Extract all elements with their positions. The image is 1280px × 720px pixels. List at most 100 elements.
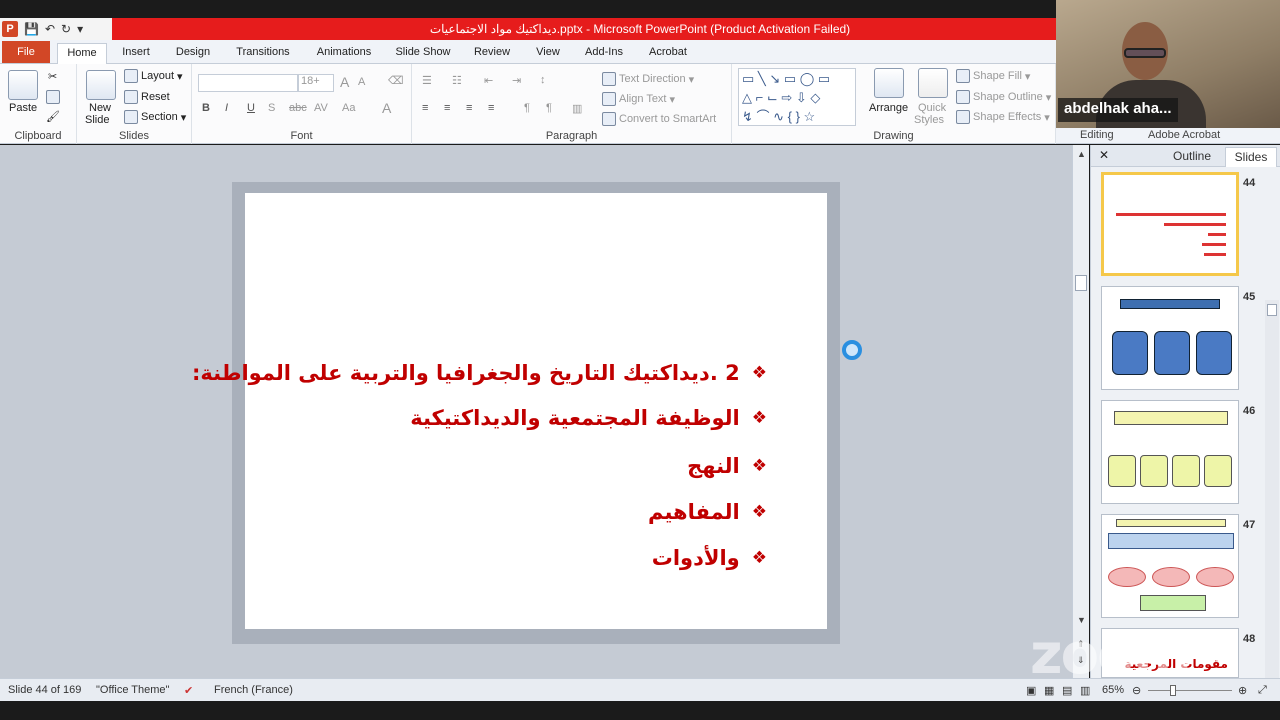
- align-text-button[interactable]: Align Text ▾: [602, 92, 675, 106]
- columns-icon[interactable]: ▥: [572, 102, 582, 115]
- current-slide[interactable]: ❖ 2 .ديداكتيك التاريخ والجغرافيا والتربي…: [192, 193, 827, 629]
- new-slide-button[interactable]: New: [89, 102, 111, 114]
- underline-icon[interactable]: U: [247, 102, 255, 114]
- zoom-in-icon[interactable]: ⊕: [1238, 684, 1247, 697]
- decrease-indent-icon[interactable]: ⇤: [484, 74, 493, 87]
- spell-check-icon[interactable]: ✔: [184, 684, 193, 697]
- tab-insert[interactable]: Insert: [116, 43, 156, 64]
- new-slide-button-label2[interactable]: Slide: [85, 114, 109, 126]
- slide-bullet-1[interactable]: ❖ 2 .ديداكتيك التاريخ والجغرافيا والتربي…: [192, 361, 767, 385]
- shadow-text-icon[interactable]: S: [268, 102, 275, 114]
- tab-transitions[interactable]: Transitions: [228, 43, 298, 64]
- convert-smartart-button[interactable]: Convert to SmartArt: [602, 112, 716, 126]
- slide-show-icon[interactable]: ▥: [1080, 684, 1090, 697]
- character-spacing-icon[interactable]: AV: [314, 102, 328, 114]
- fit-to-window-icon[interactable]: ⤢: [1258, 684, 1267, 697]
- tab-outline[interactable]: Outline: [1163, 147, 1221, 167]
- ltr-icon[interactable]: ¶: [524, 102, 530, 114]
- rtl-icon[interactable]: ¶: [546, 102, 552, 114]
- grow-font-icon[interactable]: A: [340, 74, 349, 90]
- panel-scroll-thumb[interactable]: [1267, 304, 1277, 316]
- zoom-level[interactable]: 65%: [1102, 684, 1124, 696]
- zoom-out-icon[interactable]: ⊖: [1132, 684, 1141, 697]
- justify-icon[interactable]: ≡: [488, 102, 494, 114]
- tab-review[interactable]: Review: [468, 43, 516, 64]
- undo-icon[interactable]: ↶: [45, 22, 55, 36]
- italic-icon[interactable]: I: [225, 102, 228, 114]
- language-indicator[interactable]: French (France): [214, 684, 293, 696]
- bold-icon[interactable]: B: [202, 102, 210, 114]
- zoom-slider-thumb[interactable]: [1170, 685, 1176, 696]
- slide-thumbnail[interactable]: [1101, 514, 1239, 618]
- slide-thumbnail[interactable]: [1101, 400, 1239, 504]
- new-slide-icon[interactable]: [86, 70, 116, 100]
- tab-file[interactable]: File: [2, 41, 50, 63]
- change-case-icon[interactable]: Aa: [342, 102, 355, 114]
- customize-toolbar-icon[interactable]: ▾: [77, 22, 83, 36]
- tab-add-ins[interactable]: Add-Ins: [578, 43, 630, 64]
- strikethrough-icon[interactable]: abc: [289, 102, 307, 114]
- quick-styles-icon[interactable]: [918, 68, 948, 98]
- tab-slides[interactable]: Slides: [1225, 147, 1277, 167]
- slide-bullet-3[interactable]: ❖ النهج: [687, 454, 767, 478]
- panel-vertical-scrollbar[interactable]: [1265, 300, 1279, 678]
- normal-view-icon[interactable]: ▣: [1026, 684, 1036, 697]
- font-name-combo[interactable]: [198, 74, 298, 92]
- scroll-up-icon[interactable]: ▲: [1077, 149, 1086, 159]
- slide-bullet-2[interactable]: ❖ الوظيفة المجتمعية والديداكتيكية: [410, 406, 767, 430]
- tab-animations[interactable]: Animations: [308, 43, 380, 64]
- slides-panel: ✕ Outline Slides 44 45 46 47 مقومات المر…: [1090, 145, 1280, 678]
- shape-outline-button[interactable]: Shape Outline ▾: [956, 90, 1051, 104]
- align-left-icon[interactable]: ≡: [422, 102, 428, 114]
- tab-home[interactable]: Home: [57, 43, 107, 64]
- align-right-icon[interactable]: ≡: [466, 102, 472, 114]
- shrink-font-icon[interactable]: A: [358, 76, 365, 88]
- font-size-combo[interactable]: 18+: [298, 74, 334, 92]
- arrange-icon[interactable]: [874, 68, 904, 98]
- line-spacing-icon[interactable]: ↕: [540, 74, 546, 86]
- reset-button[interactable]: Reset: [124, 90, 170, 104]
- zoom-slider[interactable]: [1148, 690, 1232, 691]
- editor-vertical-scrollbar[interactable]: ▲ ▼ ⇑ ⇓: [1072, 145, 1089, 678]
- shapes-gallery[interactable]: ▭ ╲ ↘ ▭ ◯ ▭ △ ⌐ ⌙ ⇨ ⇩ ◇ ↯ ⌒ ∿ { } ☆: [738, 68, 856, 126]
- shape-effects-button[interactable]: Shape Effects ▾: [956, 110, 1050, 124]
- slide-thumbnail[interactable]: [1101, 172, 1239, 276]
- tab-acrobat[interactable]: Acrobat: [642, 43, 694, 64]
- copy-icon[interactable]: [46, 90, 60, 104]
- cut-icon[interactable]: ✂: [48, 70, 57, 83]
- layout-button[interactable]: Layout ▾: [124, 69, 183, 83]
- arrange-button[interactable]: Arrange: [869, 102, 908, 114]
- paste-icon[interactable]: [8, 70, 38, 100]
- slide-bullet-4[interactable]: ❖ المفاهيم: [648, 500, 767, 524]
- redo-icon[interactable]: ↻: [61, 22, 71, 36]
- bullets-icon[interactable]: ☰: [422, 74, 432, 87]
- slide-sorter-icon[interactable]: ▦: [1044, 684, 1054, 697]
- editing-group-label[interactable]: Editing: [1080, 129, 1114, 141]
- shape-fill-button[interactable]: Shape Fill ▾: [956, 69, 1030, 83]
- slide-thumbnail[interactable]: [1101, 286, 1239, 390]
- increase-indent-icon[interactable]: ⇥: [512, 74, 521, 87]
- reading-view-icon[interactable]: ▤: [1062, 684, 1072, 697]
- numbering-icon[interactable]: ☷: [452, 74, 462, 87]
- quick-styles-button[interactable]: Quick: [918, 102, 946, 114]
- paste-button[interactable]: Paste: [9, 102, 37, 114]
- scroll-thumb[interactable]: [1075, 275, 1087, 291]
- clear-format-icon[interactable]: ⌫: [388, 74, 404, 87]
- acrobat-group-label[interactable]: Adobe Acrobat: [1148, 129, 1220, 141]
- powerpoint-logo-icon[interactable]: P: [2, 21, 18, 37]
- text-direction-button[interactable]: Text Direction ▾: [602, 72, 694, 86]
- align-center-icon[interactable]: ≡: [444, 102, 450, 114]
- theme-name[interactable]: "Office Theme": [96, 684, 169, 696]
- close-panel-icon[interactable]: ✕: [1099, 148, 1109, 162]
- tab-design[interactable]: Design: [170, 43, 216, 64]
- save-icon[interactable]: 💾: [24, 22, 39, 36]
- tab-view[interactable]: View: [528, 43, 568, 64]
- quick-styles-button-label2[interactable]: Styles: [914, 114, 944, 126]
- tab-slide-show[interactable]: Slide Show: [390, 43, 456, 64]
- section-button[interactable]: Section ▾: [124, 110, 186, 124]
- format-painter-icon[interactable]: 🖌: [46, 110, 60, 123]
- shape-effects-label: Shape Effects: [973, 111, 1042, 123]
- slide-bullet-5[interactable]: ❖ والأدوات: [652, 546, 767, 570]
- reset-label: Reset: [141, 91, 170, 103]
- font-color-icon[interactable]: A: [382, 100, 391, 116]
